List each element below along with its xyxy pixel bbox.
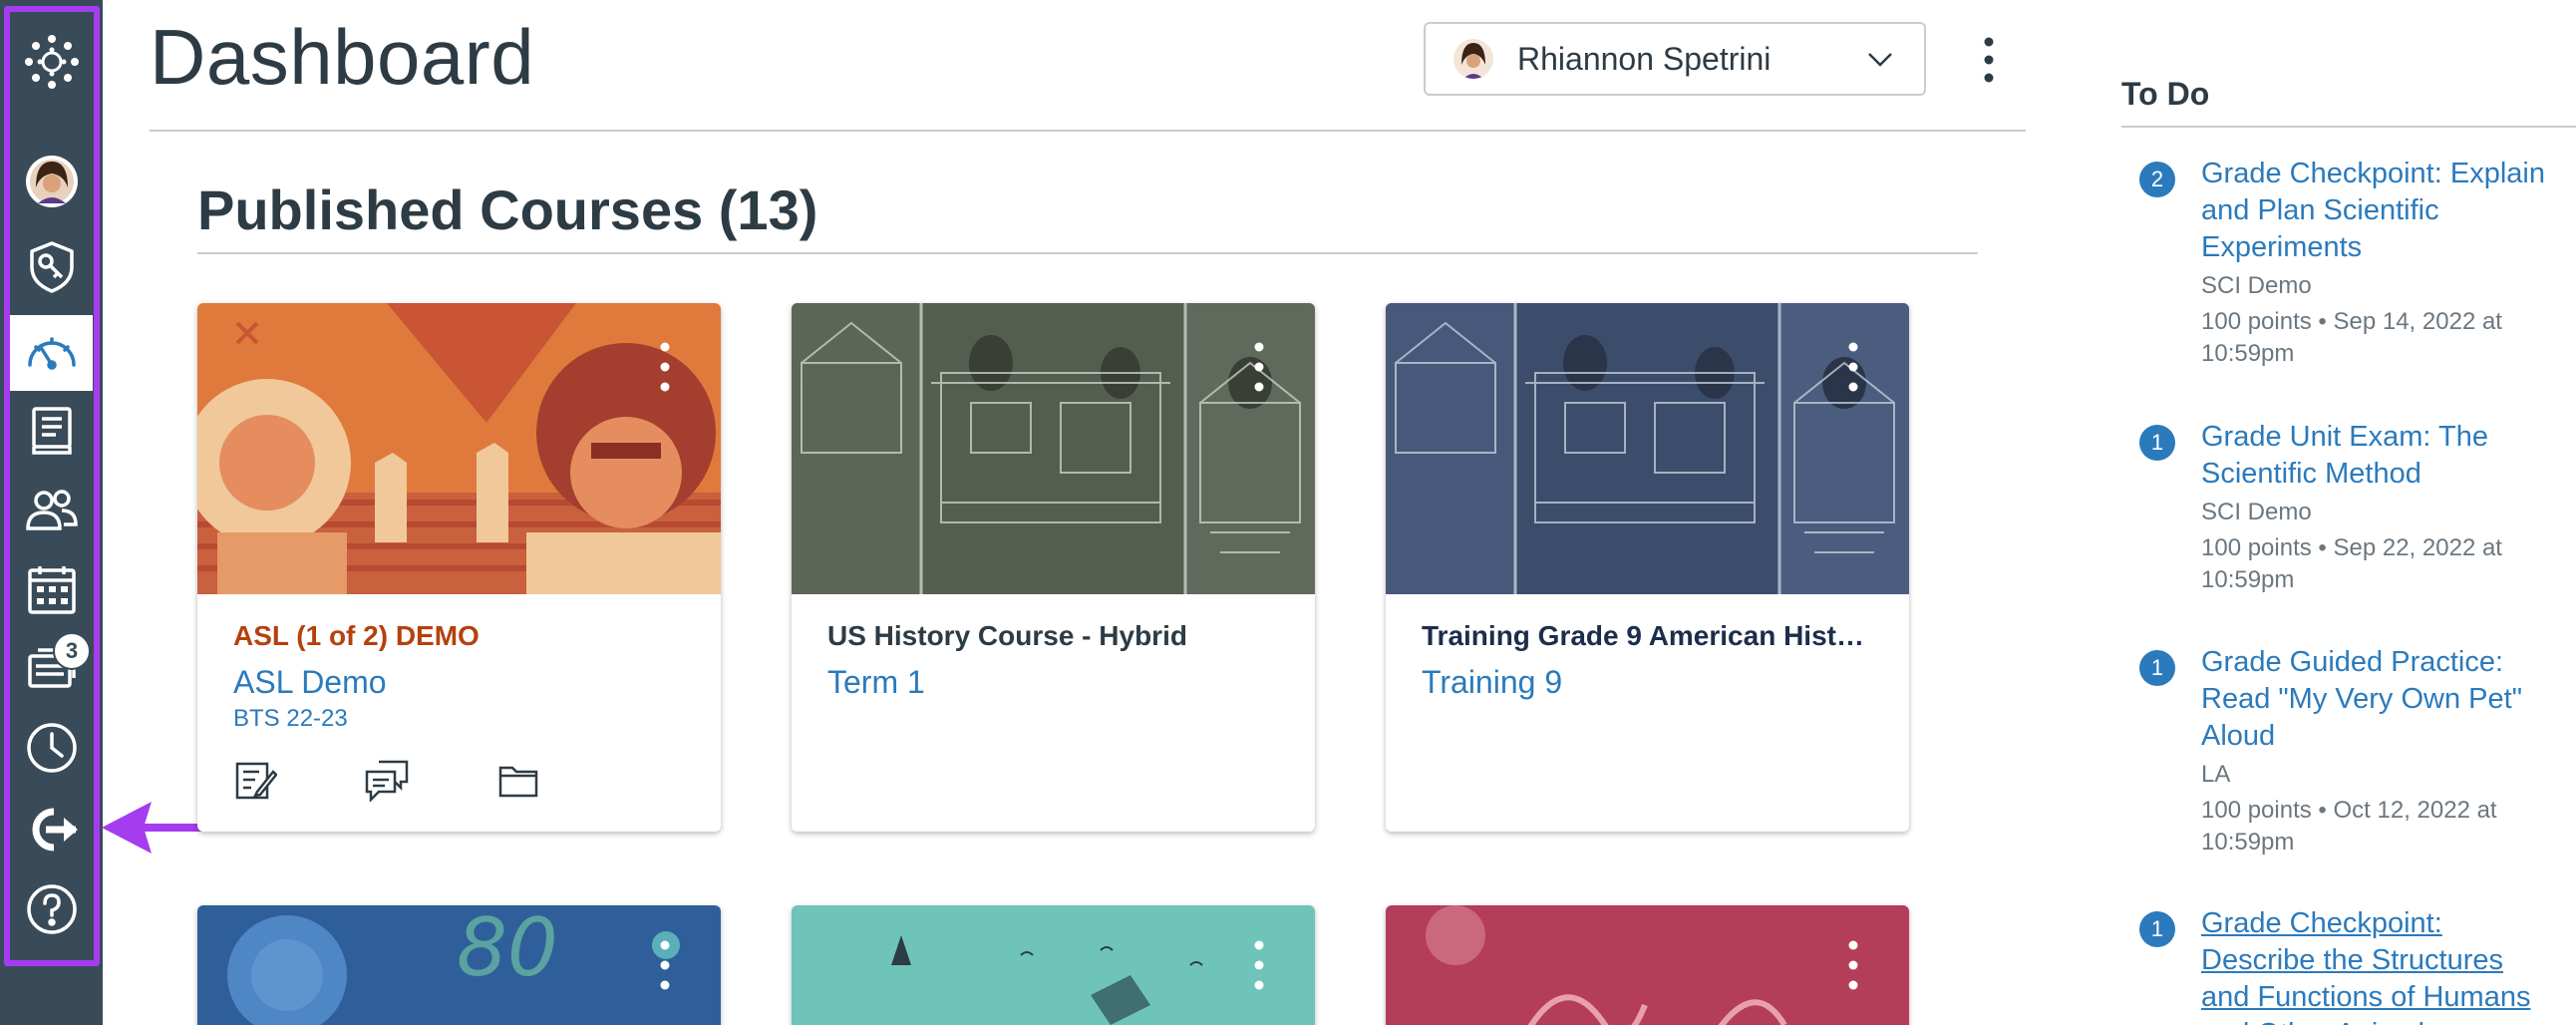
- todo-course: SCI Demo: [2201, 499, 2312, 525]
- todo-meta: 100 points • Sep 22, 2022 at 10:59pm: [2201, 534, 2502, 593]
- avatar[interactable]: [10, 144, 93, 219]
- discussions-icon[interactable]: [365, 758, 409, 802]
- course-card-body: US History Course - Hybrid Term 1: [792, 594, 1315, 701]
- todo-course: SCI Demo: [2201, 272, 2312, 299]
- canvas-logo-icon[interactable]: [10, 24, 93, 100]
- card-actions: [233, 758, 628, 802]
- course-name[interactable]: Training 9: [1422, 664, 1873, 701]
- todo-count-badge: 1: [2139, 911, 2175, 947]
- course-code: ASL (1 of 2) DEMO: [233, 620, 480, 651]
- course-card-hero[interactable]: [197, 303, 721, 594]
- todo-link[interactable]: Grade Guided Practice: Read "My Very Own…: [2201, 644, 2558, 755]
- course-image-asl: [197, 303, 721, 594]
- course-image-math: 80: [197, 905, 721, 1025]
- card-options-kebab-icon[interactable]: [1841, 339, 1865, 395]
- inbox-badge: 3: [53, 632, 91, 670]
- todo-link[interactable]: Grade Checkpoint: Explain and Plan Scien…: [2201, 156, 2558, 266]
- course-card[interactable]: [1386, 905, 1909, 1025]
- observer-name: Rhiannon Spetrini: [1517, 40, 1771, 77]
- course-card[interactable]: ASL (1 of 2) DEMO ASL Demo BTS 22-23: [197, 303, 721, 832]
- header-divider: [150, 130, 2026, 132]
- course-code: US History Course - Hybrid: [827, 620, 1187, 651]
- todo-divider: [2121, 126, 2576, 128]
- course-image-science: [792, 905, 1315, 1025]
- help-icon[interactable]: [10, 871, 93, 947]
- course-card-body: Training Grade 9 American History Progra…: [1386, 594, 1909, 701]
- page-title: Dashboard: [150, 13, 535, 101]
- global-nav: 3: [0, 0, 103, 1025]
- assignments-icon[interactable]: [233, 758, 277, 802]
- files-folder-icon[interactable]: [496, 758, 540, 802]
- todo-link[interactable]: Grade Checkpoint: Describe the Structure…: [2201, 905, 2558, 1025]
- chevron-down-icon: [1868, 53, 1892, 67]
- admin-shield-icon[interactable]: [10, 229, 93, 305]
- groups-people-icon[interactable]: [10, 473, 93, 548]
- course-card[interactable]: US History Course - Hybrid Term 1: [792, 303, 1315, 832]
- todo-meta: 100 points • Sep 14, 2022 at 10:59pm: [2201, 308, 2502, 367]
- card-options-kebab-icon[interactable]: [653, 339, 677, 395]
- course-image-literature: [1386, 905, 1909, 1025]
- course-image-us-history: [792, 303, 1315, 594]
- courses-book-icon[interactable]: [10, 393, 93, 469]
- todo-count-badge: 2: [2139, 162, 2175, 197]
- course-card-body: ASL (1 of 2) DEMO ASL Demo BTS 22-23: [197, 594, 721, 733]
- course-card[interactable]: [792, 905, 1315, 1025]
- todo-item: 2 Grade Checkpoint: Explain and Plan Sci…: [2139, 156, 2558, 370]
- inbox-icon[interactable]: 3: [10, 628, 93, 704]
- todo-count-badge: 1: [2139, 425, 2175, 461]
- observer-select[interactable]: Rhiannon Spetrini: [1424, 22, 1926, 96]
- todo-link[interactable]: Grade Unit Exam: The Scientific Method: [2201, 419, 2558, 493]
- todo-item: 1 Grade Guided Practice: Read "My Very O…: [2139, 644, 2558, 858]
- dashboard-gauge-icon[interactable]: [10, 315, 93, 391]
- course-card[interactable]: Training Grade 9 American History Progra…: [1386, 303, 1909, 832]
- course-name[interactable]: Term 1: [827, 664, 1279, 701]
- course-image-training-history: [1386, 303, 1909, 594]
- course-term: BTS 22-23: [233, 705, 348, 732]
- todo-count-badge: 1: [2139, 650, 2175, 686]
- section-title: Published Courses (13): [197, 178, 818, 241]
- app: 3 Dashboard Rhiannon Spetrini Published …: [0, 0, 2576, 1025]
- course-card[interactable]: 80: [197, 905, 721, 1025]
- course-name[interactable]: ASL Demo: [233, 664, 685, 701]
- todo-meta: 100 points • Oct 12, 2022 at 10:59pm: [2201, 797, 2497, 855]
- todo-item: 1 Grade Unit Exam: The Scientific Method…: [2139, 419, 2558, 596]
- card-options-kebab-icon[interactable]: [1247, 339, 1271, 395]
- history-clock-icon[interactable]: [10, 710, 93, 786]
- todo-course: LA: [2201, 761, 2231, 788]
- observer-avatar: [1453, 39, 1493, 79]
- course-card-hero[interactable]: [1386, 303, 1909, 594]
- calendar-icon[interactable]: [10, 552, 93, 628]
- todo-title: To Do: [2121, 76, 2210, 112]
- svg-text:80: 80: [457, 905, 558, 994]
- section-divider: [197, 252, 1978, 254]
- commons-arrow-icon[interactable]: [10, 792, 93, 867]
- course-code: Training Grade 9 American History Progra…: [1422, 620, 1873, 651]
- course-card-hero[interactable]: [792, 303, 1315, 594]
- dashboard-options-kebab-icon[interactable]: [1969, 30, 2009, 90]
- todo-item: 1 Grade Checkpoint: Describe the Structu…: [2139, 905, 2558, 1025]
